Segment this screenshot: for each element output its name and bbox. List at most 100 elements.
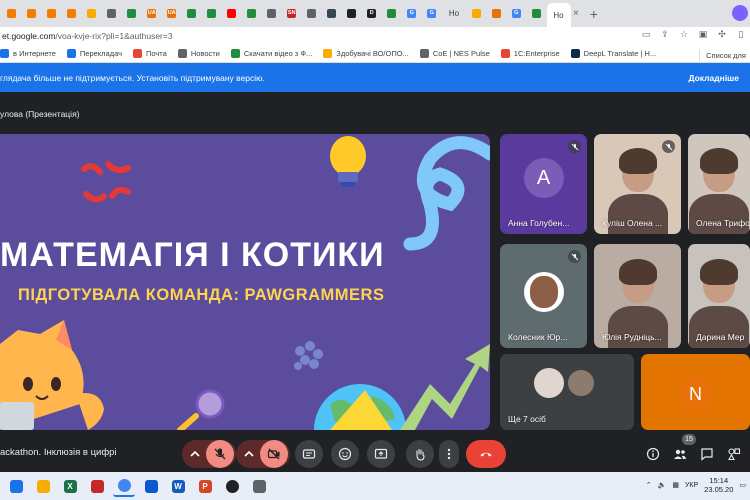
taskbar-app-button[interactable] (113, 475, 135, 497)
profile-icon[interactable] (732, 5, 748, 21)
network-icon[interactable]: ▦ (672, 481, 679, 489)
raise-hand-button[interactable] (406, 440, 434, 468)
chevron-up-icon[interactable] (184, 440, 206, 468)
people-button[interactable] (672, 446, 688, 462)
speaker-icon[interactable]: 🔈 (658, 481, 667, 489)
puzzle-icon[interactable]: ✣ (717, 29, 727, 40)
browser-tab[interactable] (82, 4, 102, 24)
chevron-up-icon[interactable]: ⌃ (646, 481, 652, 489)
participant-tile[interactable]: Колесник Юр... (500, 244, 587, 348)
browser-tab[interactable] (122, 4, 142, 24)
bookmark-item[interactable]: DeepL Translate | Н... (570, 48, 656, 58)
taskbar-app-button[interactable]: X (59, 475, 81, 497)
captions-button[interactable] (295, 440, 323, 468)
more-options-button[interactable] (439, 440, 459, 468)
browser-tab[interactable] (2, 4, 22, 24)
browser-tab[interactable] (382, 4, 402, 24)
address-bar[interactable]: et.google.com/voa-kvje-rix?pli=1&authuse… (0, 27, 750, 44)
share-icon[interactable]: ⇪ (660, 29, 670, 40)
browser-tab[interactable] (242, 4, 262, 24)
browser-tab[interactable] (527, 4, 547, 24)
browser-tab[interactable] (262, 4, 282, 24)
bookmark-item[interactable]: Скачати відео з Ф... (230, 48, 312, 58)
browser-tab[interactable]: UA (162, 4, 182, 24)
browser-tab[interactable]: UA (142, 4, 162, 24)
bookmark-favicon-icon (66, 48, 76, 58)
language-indicator[interactable]: УКР (685, 482, 698, 489)
taskbar-app-button[interactable]: W (167, 475, 189, 497)
avatar: A (523, 158, 564, 198)
browser-tab[interactable] (42, 4, 62, 24)
extension-icon[interactable]: ▣ (698, 29, 708, 40)
reactions-button[interactable] (331, 440, 359, 468)
chat-button[interactable] (699, 446, 715, 462)
meeting-details-button[interactable] (645, 446, 661, 462)
participant-tile[interactable]: Куліш Олена ... (594, 134, 681, 234)
activities-button[interactable] (726, 446, 742, 462)
taskbar-app-button[interactable] (32, 475, 54, 497)
browser-tab[interactable] (302, 4, 322, 24)
bookmark-item[interactable]: 1C:Enterprise (500, 48, 560, 58)
bookmark-item[interactable]: Здобувачі ВО/ОПО... (323, 48, 409, 58)
notifications-icon[interactable]: ▭ (739, 481, 746, 489)
browser-tab[interactable]: D (362, 4, 382, 24)
browser-tab[interactable]: G (402, 4, 422, 24)
browser-tab[interactable] (22, 4, 42, 24)
star-icon[interactable]: ☆ (679, 29, 689, 40)
browser-tab[interactable] (182, 4, 202, 24)
bookmark-item[interactable]: Почта (133, 48, 167, 58)
browser-tab[interactable] (467, 4, 487, 24)
people-icon (674, 449, 686, 459)
mic-off-button[interactable] (206, 440, 234, 468)
browser-tab[interactable]: SN (282, 4, 302, 24)
browser-tab[interactable] (342, 4, 362, 24)
participant-tile[interactable]: Олена Трифо (688, 134, 750, 234)
browser-tab[interactable] (202, 4, 222, 24)
taskbar-app-button[interactable] (140, 475, 162, 497)
participant-tile[interactable]: A Анна Голубен... (500, 134, 587, 234)
browser-tab[interactable] (222, 4, 242, 24)
present-button[interactable] (367, 440, 395, 468)
bookmark-label: CoE | NES Pulse (432, 48, 490, 58)
participants-count-badge: 15 (682, 434, 696, 445)
bookmark-item[interactable]: Перекладач (66, 48, 122, 58)
browser-tab[interactable] (62, 4, 82, 24)
browser-tab[interactable] (487, 4, 507, 24)
video-camera-icon[interactable]: ▭ (641, 29, 651, 40)
browser-tab[interactable]: Ho (442, 4, 466, 24)
bookmark-item[interactable]: Новости (177, 48, 220, 58)
microphone-control[interactable] (182, 440, 236, 468)
clock[interactable]: 15:14 23.05.20 (704, 476, 733, 494)
files-icon (36, 479, 50, 493)
more-vertical-icon (447, 448, 451, 460)
camera-off-button[interactable] (260, 440, 288, 468)
participant-tile[interactable]: Дарина Мер (688, 244, 750, 348)
mic-off-icon (214, 448, 226, 460)
bookmark-item[interactable]: в Интернете (0, 48, 56, 58)
close-tab-icon[interactable]: × (573, 8, 579, 19)
new-tab-button[interactable]: + (585, 5, 603, 23)
taskbar-app-button[interactable] (5, 475, 27, 497)
learn-more-link[interactable]: Докладніше (688, 73, 739, 83)
active-browser-tab[interactable]: Ho (546, 3, 571, 27)
browser-tab[interactable]: G (422, 4, 442, 24)
sidebar-icon[interactable]: ▯ (736, 29, 746, 40)
taskbar-app-button[interactable] (221, 475, 243, 497)
screen: UA UA SN D G G Ho G Ho × + et.google.com/voa-kvje-… (0, 0, 750, 500)
bookmark-item[interactable]: CoE | NES Pulse (419, 48, 490, 58)
bookmark-label: 1C:Enterprise (513, 48, 560, 58)
taskbar-app-button[interactable]: P (194, 475, 216, 497)
participant-tile[interactable]: Ще 7 осіб (500, 354, 634, 430)
taskbar-app-button[interactable] (86, 475, 108, 497)
chevron-up-icon[interactable] (238, 440, 260, 468)
leave-call-button[interactable] (466, 440, 506, 468)
browser-tab[interactable]: G (507, 4, 527, 24)
participant-tile[interactable]: Юлія Рудніць... (594, 244, 681, 348)
browser-tab[interactable] (102, 4, 122, 24)
url-text[interactable]: et.google.com/voa-kvje-rix?pli=1&authuse… (2, 31, 173, 41)
browser-tab[interactable] (322, 4, 342, 24)
taskbar-app-button[interactable] (248, 475, 270, 497)
reading-list-button[interactable]: Список для (699, 49, 746, 61)
camera-control[interactable] (236, 440, 290, 468)
participant-tile[interactable]: N (641, 354, 750, 430)
